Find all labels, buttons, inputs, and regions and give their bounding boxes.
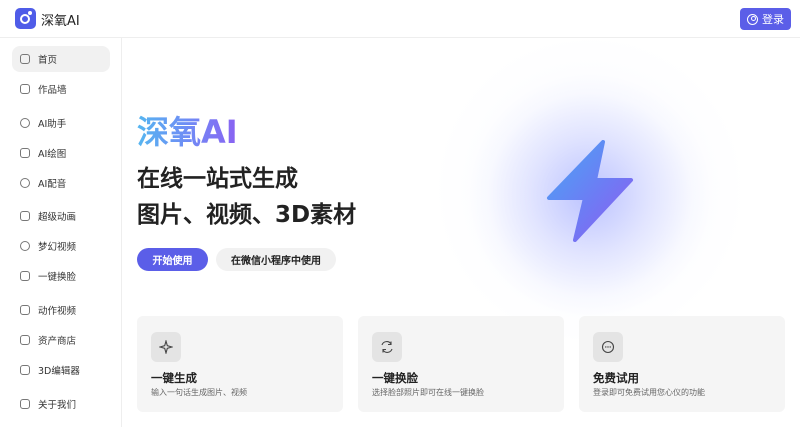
sidebar-item-ai-assistant[interactable]: AI助手 [12,110,110,136]
headphones-icon [20,178,30,188]
sidebar-item-label: 作品墙 [38,85,67,96]
hero-headline-line1: 在线一站式生成 [137,166,298,192]
app-brand[interactable]: 深氧AI [41,10,80,29]
top-bar: 深氧AI 登录 [0,0,800,38]
cube-icon [20,365,30,375]
card-description: 输入一句话生成图片、视频 [151,388,247,397]
sidebar-item-label: 资产商店 [38,336,77,347]
hero-brand-title: 深氧AI [137,113,238,151]
gallery-icon [20,84,30,94]
motion-video-icon [20,305,30,315]
login-button[interactable]: 登录 [740,8,791,30]
sidebar-item-ai-drawing[interactable]: AI绘图 [12,140,110,166]
sidebar-item-asset-store[interactable]: 资产商店 [12,327,110,353]
info-icon [20,399,30,409]
home-icon [20,54,30,64]
logo-icon[interactable] [15,8,36,29]
sidebar: 首页 作品墙 AI助手 AI绘图 AI配音 超级动画 梦幻视频 一键换脸 动作视… [0,38,122,427]
wechat-miniprogram-button[interactable]: 在微信小程序中使用 [216,248,336,271]
sidebar-item-label: 动作视频 [38,306,77,317]
face-swap-icon [20,271,30,281]
sidebar-item-label: 关于我们 [38,400,77,411]
sidebar-item-label: 一键换脸 [38,272,77,283]
sidebar-item-label: 超级动画 [38,212,77,223]
sidebar-item-home[interactable]: 首页 [12,46,110,72]
sidebar-item-label: 首页 [38,55,58,66]
sparkle-icon [151,332,181,362]
card-description: 选择脸部照片即可在线一键换脸 [372,388,484,397]
hero-headline-line2: 图片、视频、3D素材 [137,202,357,228]
sidebar-item-label: AI配音 [38,179,67,190]
login-label: 登录 [762,13,784,26]
sidebar-item-about-us[interactable]: 关于我们 [12,391,110,417]
sidebar-item-label: 梦幻视频 [38,242,77,253]
sidebar-item-label: AI绘图 [38,149,67,160]
video-icon [20,241,30,251]
sidebar-item-ai-voice[interactable]: AI配音 [12,170,110,196]
chat-icon [593,332,623,362]
sidebar-item-super-animation[interactable]: 超级动画 [12,203,110,229]
sidebar-item-dream-video[interactable]: 梦幻视频 [12,233,110,259]
sidebar-item-label: AI助手 [38,119,67,130]
lightning-icon [547,140,633,242]
sidebar-item-3d-editor[interactable]: 3D编辑器 [12,357,110,383]
assistant-icon [20,118,30,128]
sidebar-item-face-swap[interactable]: 一键换脸 [12,263,110,289]
card-title: 一键生成 [151,371,197,385]
sidebar-item-motion-video[interactable]: 动作视频 [12,297,110,323]
card-title: 一键换脸 [372,371,418,385]
user-icon [747,13,758,25]
feature-card-free-trial[interactable]: 免费试用 登录即可免费试用您心仪的功能 [579,316,785,412]
image-icon [20,148,30,158]
card-title: 免费试用 [593,371,639,385]
card-description: 登录即可免费试用您心仪的功能 [593,388,705,397]
feature-card-generate[interactable]: 一键生成 输入一句话生成图片、视频 [137,316,343,412]
sidebar-item-gallery[interactable]: 作品墙 [12,76,110,102]
animation-icon [20,211,30,221]
swap-icon [372,332,402,362]
sidebar-item-label: 3D编辑器 [38,366,80,377]
store-icon [20,335,30,345]
feature-card-face-swap[interactable]: 一键换脸 选择脸部照片即可在线一键换脸 [358,316,564,412]
start-button[interactable]: 开始使用 [137,248,208,271]
